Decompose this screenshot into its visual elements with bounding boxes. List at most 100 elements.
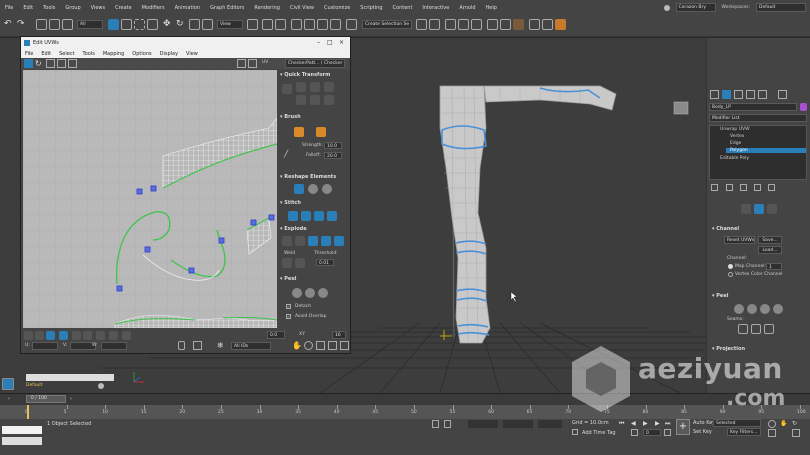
zoom-extents-icon[interactable] [328, 341, 337, 350]
edge-mode-icon[interactable] [754, 204, 764, 214]
lock-selection-icon[interactable] [178, 341, 185, 350]
uv-menu-view[interactable]: View [182, 51, 202, 57]
uv-menu-tools[interactable]: Tools [79, 51, 99, 57]
object-color-swatch[interactable] [800, 103, 807, 111]
align-y-icon[interactable] [310, 82, 320, 92]
stack-item-polygon[interactable]: Polygon [726, 148, 806, 153]
uv-menu-options[interactable]: Options [128, 51, 155, 57]
schematic-view-icon[interactable] [500, 19, 511, 30]
undo-icon[interactable]: ↶ [4, 19, 15, 30]
reshape-elements-header[interactable]: Reshape Elements [280, 174, 348, 183]
placement-icon[interactable] [202, 19, 213, 30]
uv-show-map-icon[interactable] [237, 59, 246, 68]
snap-icon[interactable] [291, 19, 302, 30]
falloff-value[interactable]: 16 [332, 331, 346, 339]
polygon-mode-icon[interactable] [767, 204, 777, 214]
minimize-icon[interactable]: – [317, 39, 320, 46]
rotate-minus-90-icon[interactable] [310, 95, 320, 105]
key-filters-button[interactable]: Key Filters... [727, 428, 761, 436]
straighten-icon[interactable] [294, 184, 304, 194]
prev-frame-icon[interactable]: ◀ [631, 420, 636, 427]
menu-help[interactable]: Help [481, 5, 502, 11]
display-tab-icon[interactable] [758, 90, 767, 99]
map-channel-radio[interactable] [728, 264, 733, 269]
uv-freeform-icon[interactable] [57, 59, 66, 68]
weld-selected-icon[interactable] [282, 258, 292, 268]
mirror-icon[interactable] [416, 19, 427, 30]
vertex-color-channel-radio[interactable] [728, 272, 733, 277]
key-mode-icon[interactable] [631, 429, 638, 436]
stack-item-editable-poly[interactable]: Editable Poly [720, 156, 749, 161]
align-vertical-icon[interactable] [324, 95, 334, 105]
uv-scale-icon[interactable] [46, 59, 55, 68]
menu-create[interactable]: Create [110, 5, 137, 11]
detach-checkbox[interactable]: ✓ [286, 304, 291, 309]
quick-peel-icon[interactable] [734, 304, 744, 314]
relax-until-flat-icon[interactable] [308, 184, 318, 194]
flatten-by-material-id-icon[interactable] [334, 236, 344, 246]
menu-modifiers[interactable]: Modifiers [137, 5, 170, 11]
pan-viewport-icon[interactable]: ✋ [780, 420, 787, 427]
menu-animation[interactable]: Animation [170, 5, 206, 11]
polygon-subobject-icon[interactable] [46, 331, 55, 340]
flatten-by-polygon-angle-icon[interactable] [308, 236, 318, 246]
zoom-viewport-icon[interactable] [768, 420, 776, 428]
stitch-header[interactable]: Stitch [280, 200, 348, 209]
grid-snap-icon[interactable] [340, 341, 349, 350]
selection-lock-icon[interactable] [432, 420, 439, 428]
set-pivot-icon[interactable] [282, 84, 292, 94]
stitch-average-icon[interactable] [301, 211, 311, 221]
modifier-list-dropdown[interactable]: Modifier List [709, 114, 807, 122]
layer-manager-icon[interactable] [98, 383, 104, 389]
time-config-icon[interactable] [664, 429, 671, 436]
weld-all-icon[interactable] [295, 258, 305, 268]
point-to-point-seam-icon[interactable] [738, 324, 748, 334]
create-tab-icon[interactable] [710, 90, 719, 99]
z-coord-field[interactable] [538, 420, 562, 428]
key-selection-dropdown[interactable]: Selected [713, 419, 761, 427]
soft-selection-icon[interactable] [122, 331, 131, 340]
uv-reset-peel-icon[interactable] [318, 288, 328, 298]
user-account-dropdown[interactable]: Corazon Bry [675, 3, 716, 12]
time-slider[interactable]: 0 / 100 [26, 395, 66, 403]
select-by-name-icon[interactable] [121, 19, 132, 30]
set-key-big-icon[interactable]: + [676, 419, 690, 435]
angle-snap-icon[interactable] [304, 19, 315, 30]
goto-end-icon[interactable]: ⏭ [665, 420, 670, 428]
weld-threshold-spinner[interactable]: 0.01 [316, 259, 334, 266]
stack-item-vertex[interactable]: Vertex [730, 134, 744, 139]
uv-mirror-icon[interactable] [68, 59, 77, 68]
configure-sets-icon[interactable] [768, 184, 775, 191]
absolute-mode-icon[interactable] [444, 420, 451, 428]
zoom-icon[interactable] [304, 341, 313, 350]
make-unique-icon[interactable] [740, 184, 747, 191]
uv-menu-display[interactable]: Display [156, 51, 182, 57]
edge-to-seams-icon[interactable] [764, 324, 774, 334]
auto-key-button[interactable]: Auto Key [693, 420, 715, 426]
play-icon[interactable]: ▶ [643, 420, 648, 427]
peel-rollout-header[interactable]: Peel [712, 293, 808, 302]
menu-scripting[interactable]: Scripting [355, 5, 387, 11]
uv-menu-file[interactable]: File [21, 51, 37, 57]
zoom-region-icon[interactable] [316, 341, 325, 350]
close-icon[interactable]: × [339, 39, 344, 46]
uv-peel-mode-icon[interactable] [305, 288, 315, 298]
uv-checker-icon[interactable] [248, 59, 257, 68]
pin-icon[interactable] [773, 304, 783, 314]
spinner-snap-icon[interactable] [330, 19, 341, 30]
align-horizontal-icon[interactable] [324, 82, 334, 92]
edit-named-selection-icon[interactable] [346, 19, 357, 30]
redo-icon[interactable]: ↷ [17, 19, 28, 30]
current-frame-marker[interactable] [27, 405, 29, 419]
toggle-ribbon-icon[interactable] [471, 19, 482, 30]
current-frame-field[interactable]: 0 [643, 429, 661, 436]
maximize-viewport-icon[interactable] [792, 429, 800, 437]
brush-falloff-spinner[interactable]: 20.0 [324, 152, 342, 159]
menu-views[interactable]: Views [86, 5, 110, 11]
menu-group[interactable]: Group [60, 5, 85, 11]
select-object-icon[interactable] [108, 19, 119, 30]
ring-selection-icon[interactable] [96, 331, 105, 340]
peel-mode-icon[interactable] [747, 304, 757, 314]
x-coord-field[interactable] [468, 420, 498, 428]
menu-arnold[interactable]: Arnold [454, 5, 480, 11]
